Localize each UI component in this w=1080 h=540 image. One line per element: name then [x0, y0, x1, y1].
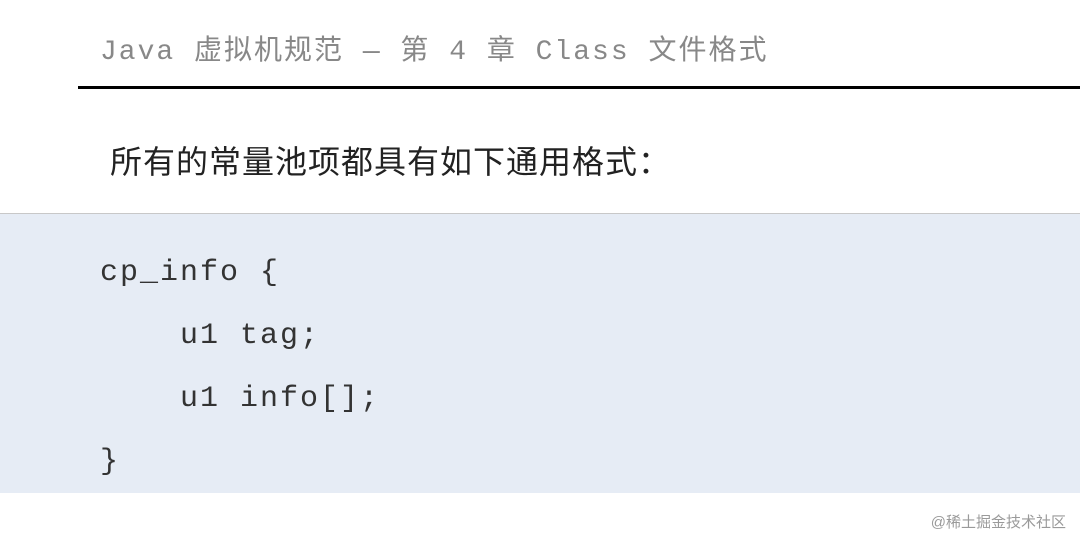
header-title: Java 虚拟机规范 — 第 4 章 Class 文件格式 — [100, 37, 768, 68]
intro-paragraph: 所有的常量池项都具有如下通用格式： — [0, 89, 1080, 213]
code-line-3: u1 info[]; — [100, 368, 1080, 431]
code-line-1: cp_info { — [100, 242, 1080, 305]
watermark-text: @稀土掘金技术社区 — [931, 514, 1066, 531]
page-header: Java 虚拟机规范 — 第 4 章 Class 文件格式 — [0, 0, 1080, 86]
intro-text-content: 所有的常量池项都具有如下通用格式： — [110, 144, 671, 180]
watermark: @稀土掘金技术社区 — [931, 511, 1066, 532]
code-block: cp_info { u1 tag; u1 info[]; } — [0, 213, 1080, 493]
code-line-4: } — [100, 431, 1080, 494]
code-line-2: u1 tag; — [100, 305, 1080, 368]
